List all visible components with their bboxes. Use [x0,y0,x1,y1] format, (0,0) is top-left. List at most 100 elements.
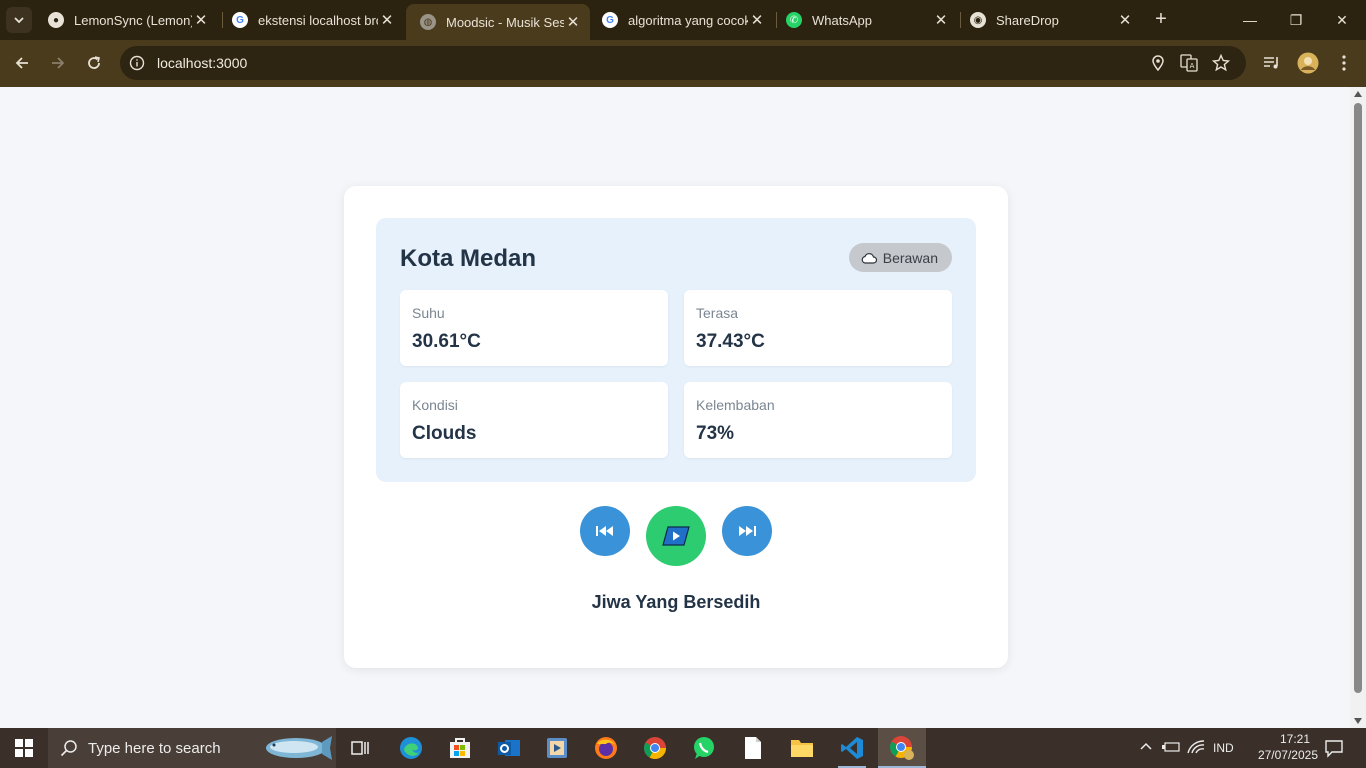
wifi-icon[interactable] [1187,740,1205,757]
sharedrop-icon: ◉ [970,12,986,28]
tab-title: LemonSync (Lemon) [74,12,192,28]
tab-title: ekstensi localhost bro [258,12,378,28]
whatsapp-icon[interactable] [690,734,718,762]
vscode-icon[interactable] [838,734,866,762]
chevron-down-icon [14,17,24,24]
minimize-button[interactable]: — [1237,8,1263,32]
city-name: Kota Medan [400,245,537,272]
close-icon[interactable]: ✕ [1116,11,1134,29]
profile-avatar[interactable] [1296,51,1320,75]
tab-search-button[interactable] [6,7,32,33]
stat-card-suhu: Suhu 30.61°C [400,290,668,366]
clock-date: 27/07/2025 [1257,748,1318,762]
input-language-indicator[interactable]: IND [1213,741,1234,755]
close-icon[interactable]: ✕ [378,11,396,29]
stat-value: 73% [696,423,735,444]
media-control-button[interactable] [1260,51,1284,75]
more-vertical-icon [1342,55,1346,71]
restore-button[interactable]: ❐ [1283,8,1309,32]
back-button[interactable] [10,51,34,75]
clock-time: 17:21 [1279,732,1310,746]
tab-title: algoritma yang cocok [628,12,748,28]
chrome-profile-icon[interactable] [888,734,916,762]
close-icon[interactable]: ✕ [748,11,766,29]
firefox-icon[interactable] [592,734,620,762]
microsoft-store-icon[interactable] [446,734,474,762]
tab-sharedrop[interactable]: ◉ ShareDrop ✕ [956,0,1142,40]
next-track-button[interactable] [722,506,772,556]
tab-moodsic[interactable]: ◍ Moodsic - Musik Sesu ✕ [406,4,590,40]
scroll-up-arrow[interactable] [1354,91,1362,97]
stat-value: Clouds [412,423,477,444]
previous-track-button[interactable] [580,506,630,556]
tab-title: ShareDrop [996,12,1059,28]
site-info-icon[interactable] [128,54,146,72]
scroll-thumb[interactable] [1354,103,1362,693]
notification-center-icon[interactable] [1324,738,1344,761]
stat-label: Kelembaban [696,397,775,413]
windows-logo-icon [15,739,33,757]
tab-whatsapp[interactable]: ✆ WhatsApp ✕ [772,0,958,40]
stat-label: Terasa [696,305,739,321]
arrow-left-icon [15,57,28,69]
play-icon [662,526,690,546]
globe-icon: ◍ [420,14,436,30]
fast-forward-icon [739,526,756,536]
taskbar-search-box[interactable]: Type here to search [48,728,336,768]
windows-taskbar: Type here to search IND 17:21 27/07/2025 [0,728,1366,768]
battery-icon[interactable] [1161,740,1181,757]
stat-label: Suhu [412,305,445,321]
system-clock[interactable]: 17:21 27/07/2025 [1240,731,1318,763]
reload-button[interactable] [82,51,106,75]
forward-button[interactable] [46,51,70,75]
weather-badge-label: Berawan [882,249,938,266]
chrome-icon[interactable] [641,734,669,762]
reload-icon [88,56,100,69]
translate-icon[interactable]: A [1180,54,1198,72]
file-explorer-icon[interactable] [788,734,816,762]
browser-menu-button[interactable] [1332,51,1356,75]
show-hidden-icons[interactable] [1140,740,1152,754]
tab-ekstensi[interactable]: G ekstensi localhost bro ✕ [218,0,404,40]
task-view-icon[interactable] [346,734,374,762]
location-icon[interactable] [1149,54,1167,72]
play-button[interactable] [646,506,706,566]
weather-badge: Berawan [848,243,952,272]
avatar-icon [1297,52,1319,74]
taskbar-search-placeholder: Type here to search [88,740,221,757]
notepad-icon[interactable] [739,734,767,762]
search-icon [60,740,77,757]
address-bar[interactable]: localhost:3000 A [120,46,1246,80]
song-title: Jiwa Yang Bersedih [591,592,761,612]
page-scrollbar[interactable] [1350,87,1366,728]
stat-label: Kondisi [412,397,458,413]
stat-value: 37.43°C [696,331,765,352]
google-icon: G [232,12,248,28]
tab-title: WhatsApp [812,12,872,28]
url-text[interactable]: localhost:3000 [157,55,247,71]
moodsic-card: Kota Medan Berawan Suhu 30.61°C Terasa 3… [344,186,1008,668]
outlook-icon[interactable] [495,734,523,762]
whatsapp-icon: ✆ [786,12,802,28]
google-icon: G [602,12,618,28]
queue-music-icon [1264,57,1278,69]
rewind-icon [596,526,613,536]
edge-icon[interactable] [397,734,425,762]
close-icon[interactable]: ✕ [564,13,582,31]
tab-algoritma[interactable]: G algoritma yang cocok ✕ [588,0,774,40]
new-tab-button[interactable]: + [1150,8,1172,30]
arrow-right-icon [52,57,65,69]
close-icon[interactable]: ✕ [192,11,210,29]
cloud-icon [861,252,877,264]
stat-card-kelembaban: Kelembaban 73% [684,382,952,458]
svg-text:A: A [1190,62,1195,70]
scroll-down-arrow[interactable] [1354,718,1362,724]
tab-lemonsync[interactable]: ● LemonSync (Lemon) ✕ [34,0,218,40]
close-icon[interactable]: ✕ [932,11,950,29]
start-button[interactable] [0,728,48,768]
close-window-button[interactable]: ✕ [1329,8,1355,32]
tab-strip: ● LemonSync (Lemon) ✕ G ekstensi localho… [0,0,1366,40]
video-editor-icon[interactable] [543,734,571,762]
tab-title: Moodsic - Musik Sesu [446,14,564,30]
bookmark-star-icon[interactable] [1212,54,1230,72]
